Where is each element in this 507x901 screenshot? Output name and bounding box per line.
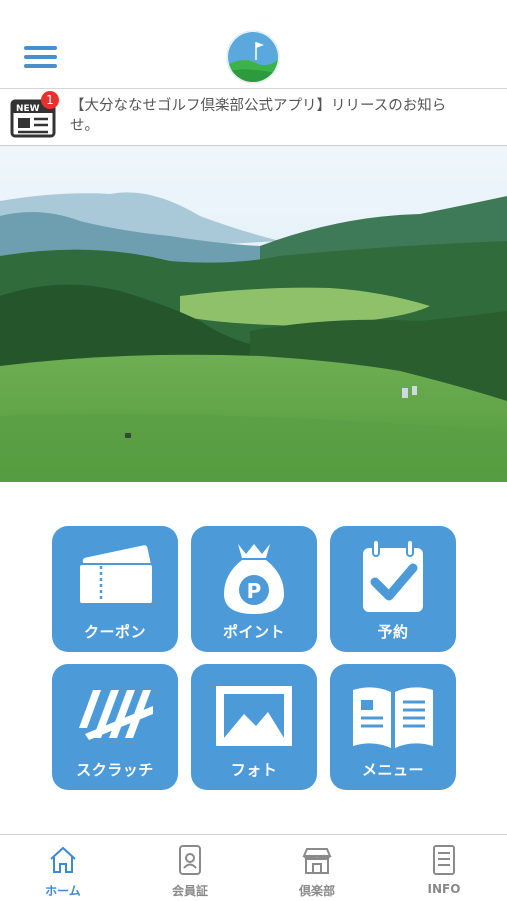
food-menu-button[interactable]: メニュー: [330, 664, 456, 790]
point-label: ポイント: [222, 623, 285, 641]
notification-badge: 1: [41, 91, 59, 109]
bottom-tab-bar: ホーム 会員証 倶楽部 INFO: [0, 834, 507, 901]
tab-info[interactable]: INFO: [381, 835, 507, 901]
coupon-icon: [78, 545, 154, 605]
news-headline: 【大分ななせゴルフ倶楽部公式アプリ】リリースのお知らせ。: [70, 98, 447, 134]
coupon-label: クーポン: [83, 623, 146, 641]
tab-club-label: 倶楽部: [298, 884, 335, 898]
svg-text:P: P: [247, 579, 262, 603]
golf-course-hero-image: [0, 146, 507, 482]
tab-member-card[interactable]: 会員証: [127, 835, 253, 901]
svg-text:NEW: NEW: [16, 104, 40, 114]
menu-book-icon: [353, 687, 433, 748]
tab-home[interactable]: ホーム: [0, 835, 126, 901]
tab-club[interactable]: 倶楽部: [254, 835, 380, 901]
photo-icon: [216, 686, 292, 746]
menu-grid: クーポン P ポイント 予約 スクラッチ フォト メニュー: [52, 526, 456, 790]
point-bag-icon: P: [224, 544, 284, 614]
scratch-button[interactable]: スクラッチ: [52, 664, 178, 790]
photo-button[interactable]: フォト: [191, 664, 317, 790]
photo-label: フォト: [230, 761, 278, 779]
food-menu-label: メニュー: [361, 761, 424, 779]
news-notice-bar[interactable]: NEW 1 【大分ななせゴルフ倶楽部公式アプリ】リリースのお知らせ。: [0, 89, 507, 146]
reservation-button[interactable]: 予約: [330, 526, 456, 652]
info-doc-icon: [433, 845, 455, 875]
club-logo: [226, 30, 280, 84]
reservation-label: 予約: [377, 623, 409, 641]
scratch-label: スクラッチ: [76, 761, 154, 779]
hamburger-icon: [24, 46, 57, 50]
app-header: [0, 0, 507, 89]
calendar-check-icon: [363, 539, 423, 612]
hamburger-menu-button[interactable]: [24, 42, 58, 70]
coupon-button[interactable]: クーポン: [52, 526, 178, 652]
tab-info-label: INFO: [427, 882, 461, 896]
tab-home-label: ホーム: [45, 884, 81, 898]
member-card-icon: [179, 845, 201, 875]
home-icon: [50, 846, 76, 873]
point-button[interactable]: P ポイント: [191, 526, 317, 652]
tab-member-card-label: 会員証: [171, 884, 208, 898]
scratch-icon: [79, 690, 153, 740]
shop-icon: [302, 848, 332, 874]
